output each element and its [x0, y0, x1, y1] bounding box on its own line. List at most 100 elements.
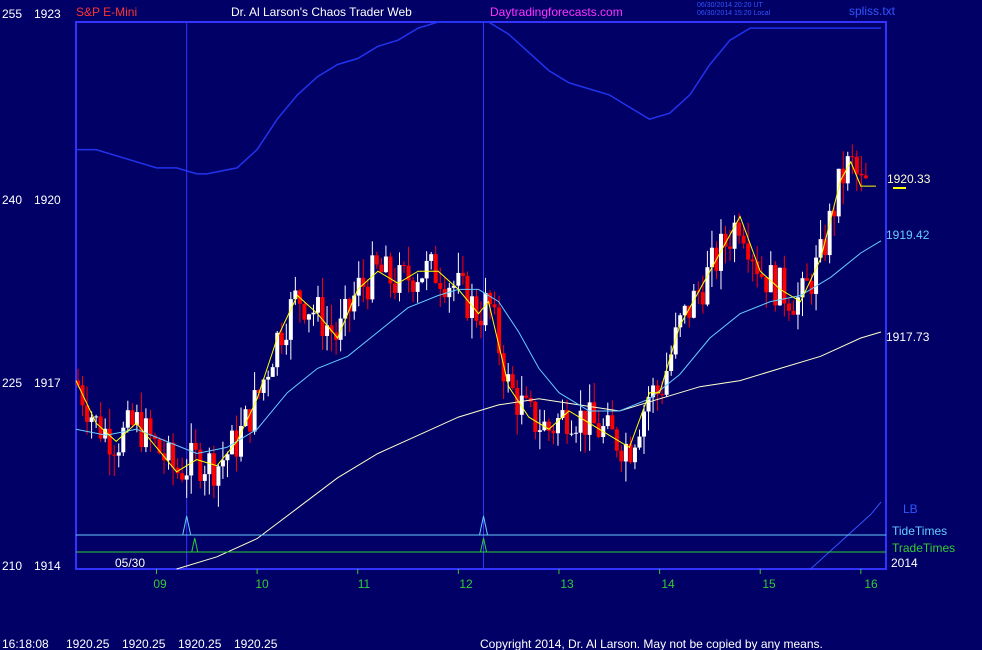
price-bar-body-88: [474, 296, 479, 321]
price-bar-body-3: [89, 417, 94, 422]
price-bar-body-111: [578, 410, 583, 433]
price-bar-body-120: [619, 450, 624, 462]
price-bar-body-12: [130, 410, 135, 425]
price-bar-body-26: [193, 443, 198, 450]
price-bar-body-53: [315, 297, 320, 313]
price-bar-body-149: [750, 259, 755, 262]
x-tick-label-14: 14: [661, 577, 675, 591]
price-bar-body-152: [764, 276, 769, 293]
price-bar-body-51: [306, 314, 311, 320]
price-bar-body-131: [669, 354, 674, 372]
price-bar-body-31: [216, 466, 221, 486]
price-bar-body-136: [691, 290, 696, 318]
price-bar-body-79: [433, 254, 438, 283]
price-bar-body-163: [814, 257, 819, 294]
y-right-label-1923: 1923: [34, 7, 61, 21]
price-bar-body-125: [642, 411, 647, 437]
price-bar-body-23: [180, 473, 185, 480]
price-bar-body-142: [718, 233, 723, 271]
price-chart: S&P E-Mini Dr. Al Larson's Chaos Trader …: [0, 0, 982, 650]
price-bar-body-52: [311, 312, 316, 315]
price-bar-body-85: [460, 272, 465, 276]
price-bar-body-162: [809, 280, 814, 294]
y-left-label-225: 225: [2, 376, 22, 390]
price-bar-body-71: [397, 265, 402, 293]
price-bar-body-147: [741, 235, 746, 244]
price-bar-body-45: [279, 332, 284, 346]
price-bar-body-11: [125, 410, 130, 428]
timestamp-local: 06/30/2014 15:20 Local: [697, 10, 771, 17]
price-bar-body-75: [415, 282, 420, 292]
price-bar-body-124: [637, 436, 642, 448]
price-bar-body-34: [229, 430, 234, 455]
price-bar-body-27: [198, 449, 203, 481]
price-bar-body-43: [270, 367, 275, 377]
price-bar-body-117: [605, 415, 610, 427]
y-right-label-1914: 1914: [34, 559, 61, 573]
y-right-label-1917: 1917: [34, 376, 61, 390]
price-bar-body-102: [537, 430, 542, 432]
price-bar-body-67: [379, 264, 384, 273]
footer-high: 1920.25: [122, 637, 166, 650]
price-bar-body-153: [768, 265, 773, 293]
price-bar-body-113: [587, 402, 592, 435]
price-bar-body-105: [551, 430, 556, 434]
price-bar-body-72: [402, 265, 407, 267]
price-bar-body-123: [632, 447, 637, 463]
price-bar-body-138: [700, 292, 705, 305]
price-bar-body-84: [456, 272, 461, 286]
x-tick-label-13: 13: [560, 577, 574, 591]
footer-open: 1920.25: [66, 637, 110, 650]
price-bar-body-46: [284, 339, 289, 346]
price-bar-body-21: [171, 442, 176, 468]
site-link[interactable]: Daytradingforecasts.com: [490, 5, 623, 19]
price-bar-body-174: [863, 175, 868, 179]
price-label-slow: 1917.73: [886, 330, 930, 344]
footer-close: 1920.25: [234, 637, 278, 650]
price-bar-body-171: [850, 156, 855, 158]
price-bar-body-64: [365, 286, 370, 300]
price-bar-body-7: [107, 428, 112, 455]
symbol-label: S&P E-Mini: [76, 5, 137, 19]
y-left-label-255: 255: [2, 7, 22, 21]
price-bar-body-129: [660, 394, 665, 396]
price-bar-body-70: [392, 283, 397, 293]
year-label: 2014: [891, 556, 918, 570]
price-bar-body-86: [465, 275, 470, 318]
price-bar-body-161: [805, 278, 810, 281]
price-bar-body-112: [583, 410, 588, 435]
price-bar-body-54: [320, 297, 325, 336]
x-tick-label-12: 12: [459, 577, 473, 591]
data-file-label: spliss.txt: [849, 4, 896, 18]
price-bar-body-144: [728, 246, 733, 249]
y-right-label-1920: 1920: [34, 193, 61, 207]
price-bar-body-173: [859, 173, 864, 176]
y-left-label-240: 240: [2, 193, 22, 207]
x-tick-label-16: 16: [864, 577, 878, 591]
price-bar-body-114: [592, 402, 597, 424]
legend-tradetimes: TradeTimes: [892, 541, 955, 555]
x-tick-label-09: 09: [153, 577, 167, 591]
price-bar-body-41: [261, 379, 266, 393]
price-bar-body-25: [189, 443, 194, 476]
price-bar-body-4: [94, 416, 99, 418]
footer-time: 16:18:08: [2, 637, 49, 650]
date-label: 05/30: [115, 556, 145, 570]
legend-tidetimes: TideTimes: [892, 524, 947, 538]
price-bar-body-118: [610, 415, 615, 430]
price-bar-body-146: [737, 222, 742, 236]
price-bar-body-39: [252, 390, 257, 432]
price-bar-body-13: [134, 412, 139, 425]
price-bar-body-28: [202, 474, 207, 481]
price-bar-body-42: [266, 376, 271, 380]
price-bar-body-90: [483, 292, 488, 326]
price-bar-body-110: [574, 432, 579, 434]
price-bar-body-68: [383, 256, 388, 273]
price-bar-body-101: [533, 401, 538, 432]
price-bar-body-109: [569, 433, 574, 435]
price-bar-body-9: [116, 452, 121, 456]
timestamp-ut: 06/30/2014 20:20 UT: [697, 2, 763, 9]
price-bar-body-157: [786, 303, 791, 311]
price-bar-body-74: [411, 280, 416, 292]
x-tick-label-15: 15: [762, 577, 776, 591]
